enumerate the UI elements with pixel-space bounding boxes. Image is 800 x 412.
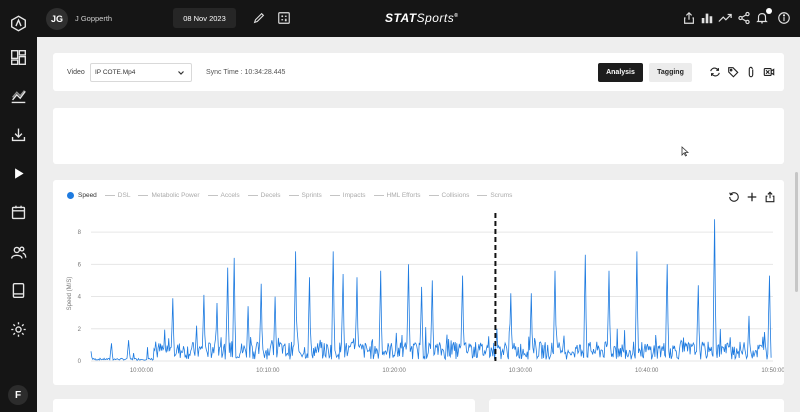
- legend-marker: [288, 195, 299, 196]
- legend-label: Decels: [260, 192, 281, 199]
- x-tick-label: 10:10:00: [256, 368, 280, 374]
- video-label: Video: [67, 69, 85, 76]
- legend-label: Accels: [220, 192, 240, 199]
- calculator-icon[interactable]: [275, 9, 293, 27]
- chart-legend: Speed DSL Metabolic Power Accels Decels Sprin…: [67, 192, 520, 199]
- info-icon[interactable]: [775, 9, 793, 27]
- y-tick-label: 0: [78, 359, 82, 365]
- tablet-icon[interactable]: [0, 277, 37, 303]
- legend-item-collisions[interactable]: Collisions: [428, 192, 470, 199]
- tag-icon[interactable]: [726, 65, 740, 79]
- legend-label: Collisions: [441, 192, 470, 199]
- legend-marker: [428, 195, 439, 196]
- video-clip-icon[interactable]: [762, 65, 776, 79]
- legend-marker: [138, 195, 149, 196]
- legend-marker: [207, 195, 218, 196]
- download-icon[interactable]: [0, 121, 37, 147]
- legend-item-impacts[interactable]: Impacts: [329, 192, 366, 199]
- attachment-icon[interactable]: [744, 65, 758, 79]
- date-selector[interactable]: 08 Nov 2023: [173, 8, 236, 28]
- speed-chart-card: 0 2 4 6 8 Speed (M/S) 10:00:00 10:10:00 10:20:00…: [53, 180, 784, 385]
- legend-item-scrums[interactable]: Scrums: [477, 192, 512, 199]
- legend-item-accels[interactable]: Accels: [207, 192, 240, 199]
- y-tick-label: 6: [78, 262, 82, 268]
- video-panel: [53, 108, 784, 164]
- user-avatar[interactable]: JG: [46, 8, 68, 30]
- tagging-button[interactable]: Tagging: [649, 63, 692, 82]
- legend-marker: [477, 195, 488, 196]
- legend-label: DSL: [117, 192, 131, 199]
- chevron-down-icon: [178, 71, 184, 75]
- account-avatar[interactable]: F: [8, 385, 28, 405]
- sync-refresh-icon[interactable]: [708, 65, 722, 79]
- x-tick-label: 10:20:00: [382, 368, 406, 374]
- legend-label: Speed: [78, 192, 97, 199]
- y-axis-label: Speed (M/S): [67, 277, 73, 311]
- bar-chart-icon[interactable]: [698, 9, 716, 27]
- team-icon[interactable]: [0, 239, 37, 265]
- legend-label: Sprints: [301, 192, 322, 199]
- legend-item-metabolic-power[interactable]: Metabolic Power: [138, 192, 200, 199]
- y-tick-label: 2: [78, 327, 82, 333]
- export-icon[interactable]: [763, 190, 777, 204]
- analysis-button[interactable]: Analysis: [598, 63, 643, 82]
- speed-chart[interactable]: 0 2 4 6 8 Speed (M/S) 10:00:00 10:10:00 10:20:00…: [53, 180, 784, 385]
- add-icon[interactable]: [745, 190, 759, 204]
- legend-item-hml-efforts[interactable]: HML Efforts: [373, 192, 421, 199]
- dashboard-icon[interactable]: [0, 44, 37, 70]
- bottom-panel-left: [53, 399, 475, 412]
- y-tick-label: 8: [78, 230, 82, 236]
- play-icon[interactable]: [0, 160, 37, 186]
- app-logo-icon[interactable]: [0, 10, 37, 36]
- sync-time: Sync Time : 10:34:28.445: [206, 69, 286, 76]
- calendar-icon[interactable]: [0, 199, 37, 225]
- user-name: J Gopperth: [75, 14, 113, 23]
- share-nodes-icon[interactable]: [735, 9, 753, 27]
- video-toolbar: Video IP COTE.Mp4 Sync Time : 10:34:28.4…: [53, 53, 784, 91]
- top-bar: JG J Gopperth 08 Nov 2023 STATSports®: [37, 0, 800, 37]
- legend-label: Metabolic Power: [151, 192, 200, 199]
- legend-marker: [104, 195, 115, 196]
- mouse-cursor-icon: [681, 146, 689, 157]
- brand-logo: STATSports®: [385, 11, 459, 25]
- legend-item-decels[interactable]: Decels: [247, 192, 281, 199]
- settings-icon[interactable]: [0, 316, 37, 342]
- x-tick-label: 10:50:00: [761, 368, 784, 374]
- legend-label: Impacts: [342, 192, 366, 199]
- legend-marker: [329, 195, 340, 196]
- legend-label: HML Efforts: [386, 192, 421, 199]
- y-tick-label: 4: [78, 295, 82, 301]
- legend-item-speed[interactable]: Speed: [67, 192, 97, 199]
- trend-line-icon[interactable]: [716, 9, 734, 27]
- legend-label: Scrums: [490, 192, 513, 199]
- legend-marker: [373, 195, 384, 196]
- legend-marker: [247, 195, 258, 196]
- scrollbar[interactable]: [795, 172, 798, 292]
- x-tick-label: 10:40:00: [635, 368, 659, 374]
- trend-chart-icon[interactable]: [0, 83, 37, 109]
- notification-badge: [766, 8, 772, 14]
- legend-item-sprints[interactable]: Sprints: [288, 192, 322, 199]
- legend-marker: [67, 192, 74, 199]
- video-select-value: IP COTE.Mp4: [95, 69, 136, 76]
- edit-pencil-icon[interactable]: [250, 9, 268, 27]
- share-upload-icon[interactable]: [680, 9, 698, 27]
- speed-series-line: [90, 219, 772, 361]
- legend-item-dsl[interactable]: DSL: [104, 192, 131, 199]
- x-tick-label: 10:00:00: [130, 368, 154, 374]
- sidebar: F: [0, 0, 37, 412]
- notification-bell-icon[interactable]: [753, 8, 772, 27]
- bottom-panel-right: [489, 399, 784, 412]
- reset-zoom-icon[interactable]: [727, 190, 741, 204]
- video-select[interactable]: IP COTE.Mp4: [90, 63, 192, 82]
- x-tick-label: 10:30:00: [509, 368, 533, 374]
